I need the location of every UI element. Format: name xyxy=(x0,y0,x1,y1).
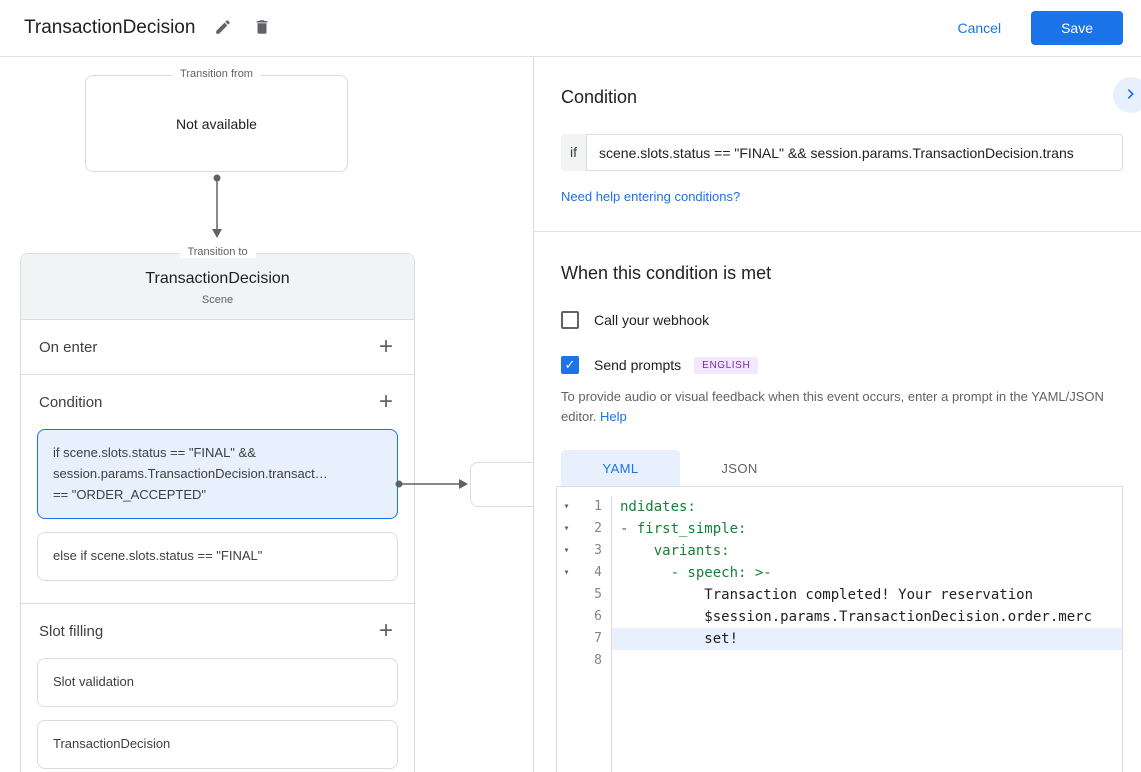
condition-expression-row: if xyxy=(561,134,1123,171)
flow-arrow-down xyxy=(212,174,222,238)
slot-filling-section: Slot filling + Slot validation Transacti… xyxy=(21,604,414,772)
top-bar: TransactionDecision Cancel Save xyxy=(0,0,1141,57)
line-number: 5 xyxy=(576,584,612,607)
call-webhook-checkbox[interactable] xyxy=(561,311,579,329)
condition-help-link[interactable]: Need help entering conditions? xyxy=(561,189,740,204)
code-text: Transaction completed! Your reservation xyxy=(620,587,1034,604)
checkmark-icon: ✓ xyxy=(564,357,576,372)
editor-line-3[interactable]: ▾ 3 variants: xyxy=(557,540,1122,563)
when-condition-met-title: When this condition is met xyxy=(561,263,772,283)
line-number: 3 xyxy=(576,540,612,563)
transition-to-card: Transition to TransactionDecision Scene … xyxy=(20,246,415,772)
editor-line-5[interactable]: 5 Transaction completed! Your reservatio… xyxy=(557,584,1122,607)
condition-text-line: == "ORDER_ACCEPTED" xyxy=(53,486,206,502)
panel-divider xyxy=(534,231,1141,232)
editor-line-6[interactable]: 6 $session.params.TransactionDecision.or… xyxy=(557,606,1122,629)
chevron-right-icon xyxy=(1121,84,1141,107)
send-prompts-row: ✓ Send prompts ENGLISH xyxy=(561,356,1123,374)
code-text: set! xyxy=(612,628,1122,651)
if-chip: if xyxy=(561,134,586,171)
code-text: - speech: >- xyxy=(620,565,772,582)
on-enter-section-label: On enter xyxy=(39,338,98,356)
line-number: 4 xyxy=(576,562,612,585)
editor-gutter-filler xyxy=(557,672,1122,772)
add-on-enter-button[interactable]: + xyxy=(377,335,395,359)
editor-tabs: YAML JSON xyxy=(561,450,1123,487)
page-title: TransactionDecision xyxy=(24,17,196,38)
transition-to-label: Transition to xyxy=(179,246,256,258)
flow-arrow-right xyxy=(395,479,468,489)
code-text: - first_simple: xyxy=(620,521,747,538)
send-prompts-label: Send prompts xyxy=(594,357,682,373)
code-text: $session.params.TransactionDecision.orde… xyxy=(620,609,1093,626)
transition-from-label: Transition from xyxy=(172,68,261,80)
tab-json[interactable]: JSON xyxy=(680,450,799,486)
save-button[interactable]: Save xyxy=(1031,11,1123,45)
trash-icon xyxy=(253,18,271,39)
fold-collapse-icon[interactable]: ▾ xyxy=(557,562,576,584)
scene-type-label: Scene xyxy=(201,294,234,306)
webhook-row: Call your webhook xyxy=(561,311,1123,329)
line-number: 1 xyxy=(576,496,612,519)
send-prompts-checkbox[interactable]: ✓ xyxy=(561,356,579,374)
transition-from-value: Not available xyxy=(176,115,257,132)
yaml-editor[interactable]: ▾ 1 ndidates: ▾ 2- first_simple: ▾ 3 variants:… xyxy=(556,486,1123,772)
editor-line-8[interactable]: 8 xyxy=(557,650,1122,673)
transition-from-node: Transition from Not available xyxy=(85,68,348,172)
panel-collapse-button[interactable] xyxy=(1113,77,1141,113)
add-condition-button[interactable]: + xyxy=(377,390,395,414)
scene-card-header[interactable]: TransactionDecision Scene xyxy=(21,254,414,320)
cancel-button[interactable]: Cancel xyxy=(957,20,1001,36)
language-badge: ENGLISH xyxy=(694,356,759,374)
fold-collapse-icon[interactable]: ▾ xyxy=(557,496,576,518)
condition-item-selected[interactable]: if scene.slots.status == "FINAL" && sess… xyxy=(37,429,398,520)
slot-item-validation[interactable]: Slot validation xyxy=(37,658,398,707)
slot-filling-section-label: Slot filling xyxy=(39,622,104,640)
fold-collapse-icon[interactable]: ▾ xyxy=(557,540,576,562)
condition-section-label: Condition xyxy=(39,393,103,411)
editor-line-1[interactable]: ▾ 1 ndidates: xyxy=(557,496,1122,519)
tab-yaml[interactable]: YAML xyxy=(561,450,680,487)
call-webhook-label: Call your webhook xyxy=(594,312,710,328)
scene-flow-canvas: Transition from Not available Transition… xyxy=(0,57,533,772)
code-text: ndidates: xyxy=(620,499,696,516)
prompt-description: To provide audio or visual feedback when… xyxy=(561,387,1123,427)
edit-title-button[interactable] xyxy=(212,16,234,41)
editor-line-2[interactable]: ▾ 2 - first_simple: xyxy=(557,518,1122,541)
line-number: 7 xyxy=(576,628,612,651)
delete-scene-button[interactable] xyxy=(251,16,273,41)
line-number: 6 xyxy=(576,606,612,629)
prompt-description-text: To provide audio or visual feedback when… xyxy=(561,389,1104,425)
condition-text-line: else if scene.slots.status == "FINAL" xyxy=(53,548,263,564)
on-enter-section: On enter + xyxy=(21,320,414,375)
condition-item[interactable]: else if scene.slots.status == "FINAL" xyxy=(37,532,398,582)
condition-text-line: if scene.slots.status == "FINAL" && xyxy=(53,445,256,460)
prompt-help-link[interactable]: Help xyxy=(600,409,627,424)
condition-expression-input[interactable] xyxy=(586,134,1123,171)
panel-title: Condition xyxy=(561,87,638,107)
code-text: variants: xyxy=(620,543,730,560)
condition-section: Condition + if scene.slots.status == "FI… xyxy=(21,375,414,605)
add-slot-button[interactable]: + xyxy=(377,619,395,643)
slot-item-transaction-decision[interactable]: TransactionDecision xyxy=(37,719,398,769)
fold-collapse-icon[interactable]: ▾ xyxy=(557,518,576,540)
editor-line-7[interactable]: 7 set! xyxy=(557,628,1122,651)
line-number: 2 xyxy=(576,518,612,541)
transition-target-node[interactable] xyxy=(470,462,533,507)
scene-name: TransactionDecision xyxy=(145,270,290,287)
pencil-icon xyxy=(214,18,232,39)
condition-text-line: session.params.TransactionDecision.trans… xyxy=(53,465,328,481)
editor-line-4[interactable]: ▾ 4 - speech: >- xyxy=(557,562,1122,585)
line-number: 8 xyxy=(576,650,612,673)
condition-detail-panel: Condition if Need help entering conditio… xyxy=(533,57,1141,772)
